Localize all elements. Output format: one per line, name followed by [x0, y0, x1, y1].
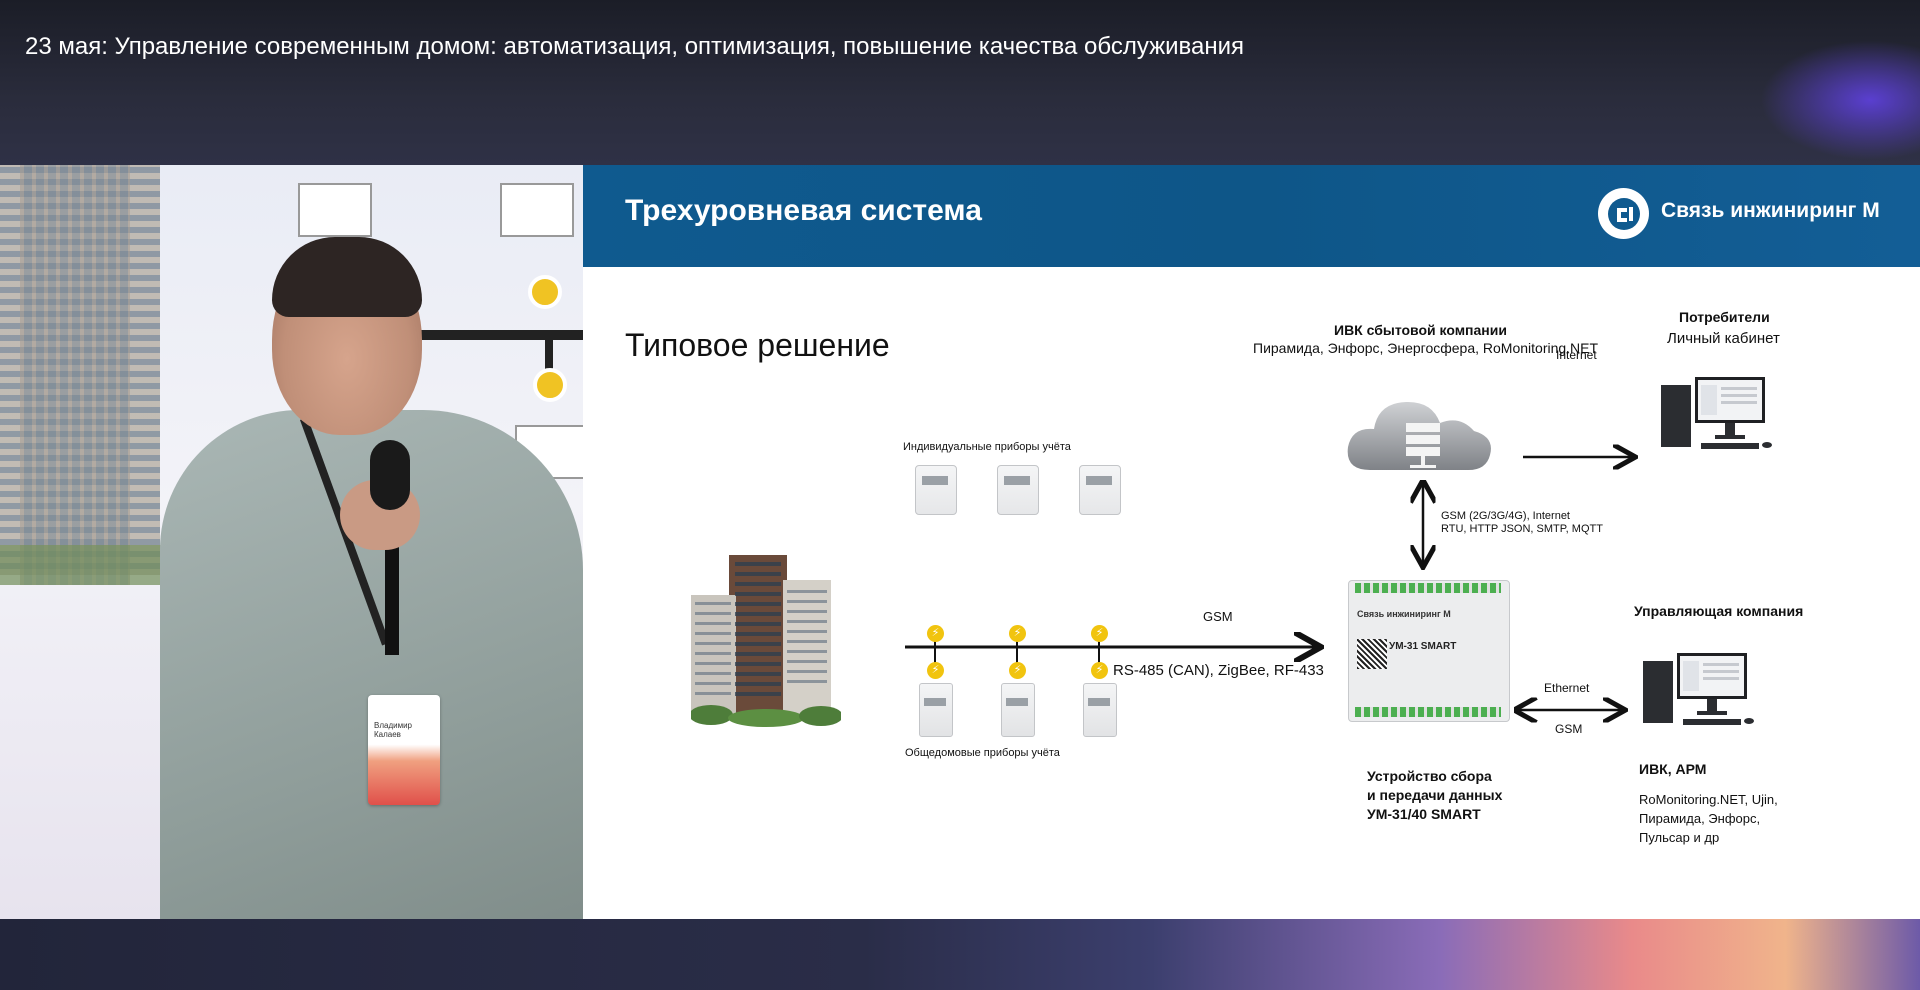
ivk-arm-list-line2: Пирамида, Энфорс, [1639, 811, 1761, 826]
electric-meter-icon [1079, 465, 1121, 515]
computer-icon [1643, 653, 1754, 725]
background-meter [298, 183, 372, 237]
speaker-hair [272, 237, 422, 317]
device-caption-line2: и передачи данных [1367, 787, 1503, 803]
gsm-protocols-line2: RTU, HTTP JSON, SMTP, MQTT [1441, 523, 1603, 535]
cloud-server-icon [1347, 401, 1491, 471]
individual-meters-label: Индивидуальные приборы учёта [903, 441, 1071, 453]
internet-label: Internet [1556, 348, 1597, 362]
ivk-arm-list-line3: Пульсар и др [1639, 830, 1720, 845]
gsm-label: GSM [1203, 609, 1233, 624]
device-caption-line3: УМ-31/40 SMART [1367, 806, 1481, 822]
background-meter [500, 183, 574, 237]
ivk-arm-title: ИВК, АРМ [1639, 761, 1707, 777]
speaker-video[interactable]: Владимир Калаев [0, 165, 583, 919]
device-terminals [1355, 583, 1501, 593]
device-model: УМ-31 SMART [1389, 641, 1457, 652]
presentation-slide: Трехуровневая система Связь инжиниринг М… [583, 165, 1920, 919]
bolt-icon: ⚡ [1009, 662, 1026, 679]
gsm-protocols-line1: GSM (2G/3G/4G), Internet [1441, 510, 1570, 522]
management-company-title: Управляющая компания [1634, 603, 1804, 619]
common-meters-label: Общедомовые приборы учёта [905, 747, 1060, 759]
background-bolt-icon [533, 368, 567, 402]
consumers-subtitle: Личный кабинет [1667, 330, 1780, 347]
bolt-icon: ⚡ [1091, 625, 1108, 642]
electric-meter-icon [1083, 683, 1117, 737]
event-title: 23 мая: Управление современным домом: ав… [25, 33, 1245, 60]
ivk-arm-list-line1: RoMonitoring.NET, Ujin, [1639, 792, 1778, 807]
bottom-decor-bar [0, 919, 1920, 990]
device-caption-line1: Устройство сбора [1367, 768, 1492, 784]
device-brand: Связь инжиниринг М [1357, 609, 1451, 619]
badge-name: Владимир Калаев [374, 721, 413, 739]
event-header: 23 мая: Управление современным домом: ав… [0, 0, 1920, 165]
background-greenery [0, 545, 180, 585]
bus-protocols-label: RS-485 (CAN), ZigBee, RF-433 [1113, 662, 1324, 679]
gsm-label-2: GSM [1555, 722, 1583, 736]
consumers-title: Потребители [1679, 309, 1770, 325]
bolt-icon: ⚡ [1009, 625, 1026, 642]
electric-meter-icon [919, 683, 953, 737]
device-terminals [1355, 707, 1501, 717]
electric-meter-icon [915, 465, 957, 515]
ethernet-label: Ethernet [1544, 681, 1590, 695]
bolt-icon: ⚡ [1091, 662, 1108, 679]
microphone-icon [370, 440, 410, 510]
speaker-badge: Владимир Калаев [368, 695, 440, 805]
qr-code-icon [1357, 639, 1387, 669]
bolt-icon: ⚡ [927, 662, 944, 679]
background-bolt-icon [528, 275, 562, 309]
electric-meter-icon [997, 465, 1039, 515]
bolt-icon: ⚡ [927, 625, 944, 642]
ivk-title: ИВК сбытовой компании [1334, 322, 1507, 338]
header-glow [1760, 40, 1920, 160]
electric-meter-icon [1001, 683, 1035, 737]
ivk-systems: Пирамида, Энфорс, Энергосфера, RoMonitor… [1253, 340, 1599, 356]
computer-icon [1661, 377, 1772, 449]
apartment-building-image [691, 555, 841, 727]
background-building-detail [20, 165, 130, 585]
data-collection-device-image: Связь инжиниринг М УМ-31 SMART [1348, 580, 1510, 722]
